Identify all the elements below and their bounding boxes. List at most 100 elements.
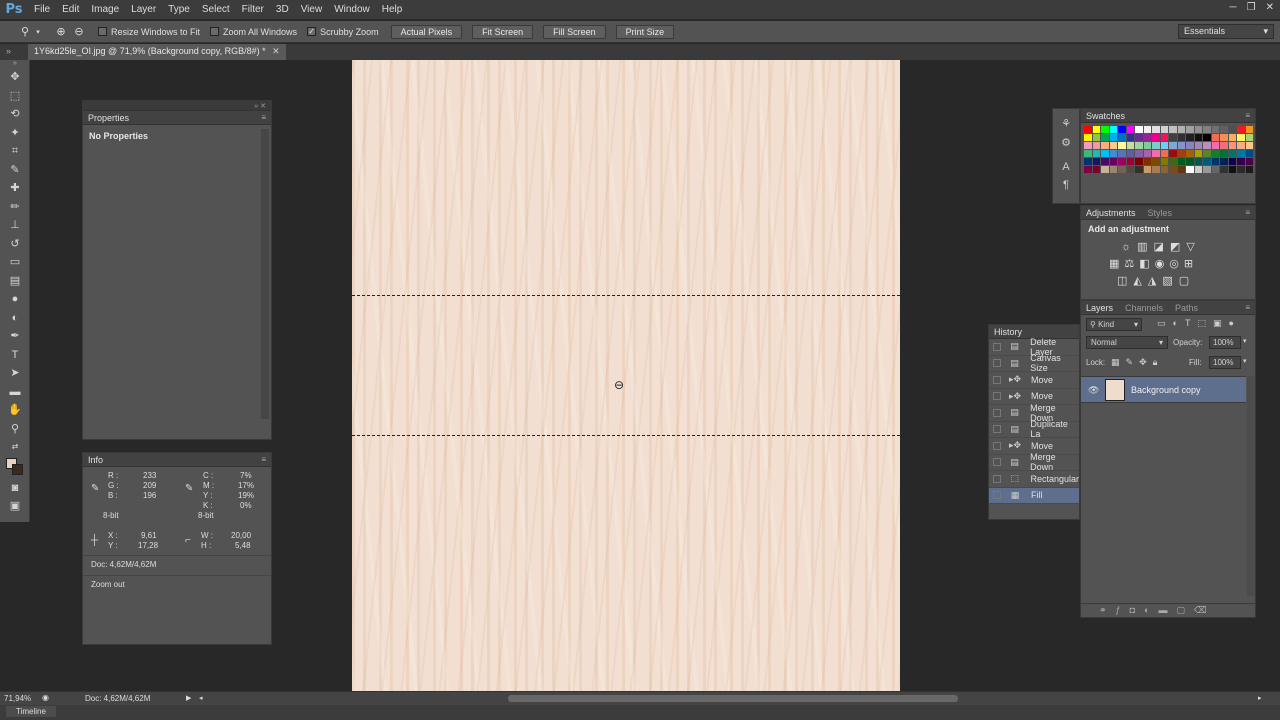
- color-swatch[interactable]: [1152, 142, 1160, 149]
- history-brush-source[interactable]: [993, 491, 1001, 500]
- posterize-icon[interactable]: ◭: [1133, 275, 1147, 287]
- adjustment-filter-icon[interactable]: ◐: [1173, 318, 1185, 328]
- paths-tab[interactable]: Paths: [1175, 303, 1198, 313]
- color-swatch[interactable]: [1143, 150, 1151, 157]
- close-icon[interactable]: ✕: [1266, 2, 1274, 13]
- layers-scrollbar[interactable]: [1247, 376, 1255, 596]
- color-swatch[interactable]: [1169, 134, 1177, 141]
- color-swatch[interactable]: [1092, 158, 1100, 165]
- smart-object-filter-icon[interactable]: ▣: [1213, 318, 1229, 328]
- color-swatch[interactable]: [1203, 142, 1211, 149]
- color-swatch[interactable]: [1092, 142, 1100, 149]
- color-swatch[interactable]: [1245, 158, 1253, 165]
- paragraph-icon[interactable]: ¶: [1053, 179, 1079, 191]
- color-swatch[interactable]: [1160, 166, 1168, 173]
- menu-file[interactable]: File: [28, 4, 56, 15]
- history-brush-source[interactable]: [993, 458, 1001, 467]
- color-swatch[interactable]: [1169, 158, 1177, 165]
- color-swatch[interactable]: [1211, 150, 1219, 157]
- workspace-select[interactable]: Essentials ▾: [1178, 24, 1274, 39]
- brush-settings-icon[interactable]: ⚙: [1053, 136, 1079, 149]
- color-swatch[interactable]: [1118, 166, 1126, 173]
- color-swatch[interactable]: [1245, 150, 1253, 157]
- history-brush-source[interactable]: [993, 425, 1001, 434]
- fx-icon[interactable]: ƒ: [1116, 605, 1130, 615]
- color-swatch[interactable]: [1245, 142, 1253, 149]
- color-swatch[interactable]: [1135, 134, 1143, 141]
- color-swatch[interactable]: [1237, 134, 1245, 141]
- properties-scrollbar[interactable]: [261, 129, 269, 419]
- color-swatch[interactable]: [1186, 142, 1194, 149]
- panel-menu-icon[interactable]: ≡: [261, 113, 266, 122]
- properties-tab[interactable]: Properties: [88, 113, 129, 123]
- color-swatch[interactable]: [1109, 158, 1117, 165]
- color-swatch[interactable]: [1160, 142, 1168, 149]
- color-swatch[interactable]: [1211, 126, 1219, 133]
- color-swatch[interactable]: [1135, 158, 1143, 165]
- menu-edit[interactable]: Edit: [56, 4, 85, 15]
- color-swatch[interactable]: [1237, 166, 1245, 173]
- chevron-down-icon[interactable]: ▾: [1243, 357, 1247, 365]
- background-color[interactable]: [12, 463, 23, 475]
- color-swatch[interactable]: [1203, 126, 1211, 133]
- clone-stamp-tool-icon[interactable]: ⊥: [0, 216, 30, 235]
- zoom-tool-icon[interactable]: ⚲: [0, 420, 30, 439]
- color-swatch[interactable]: [1211, 134, 1219, 141]
- color-swatch[interactable]: [1152, 134, 1160, 141]
- color-swatch[interactable]: [1220, 142, 1228, 149]
- color-swatch[interactable]: [1126, 150, 1134, 157]
- resize-windows-checkbox[interactable]: Resize Windows to Fit: [98, 27, 200, 37]
- color-swatch[interactable]: [1237, 158, 1245, 165]
- history-item[interactable]: ▤ Canvas Size: [989, 353, 1079, 373]
- color-swatch[interactable]: [1203, 158, 1211, 165]
- zoom-tool-icon[interactable]: ⚲: [16, 25, 34, 38]
- shape-tool-icon[interactable]: ▬: [0, 383, 30, 402]
- pen-tool-icon[interactable]: ✒: [0, 327, 30, 346]
- color-swatch[interactable]: [1186, 126, 1194, 133]
- color-swatch[interactable]: [1143, 142, 1151, 149]
- color-swatch[interactable]: [1118, 134, 1126, 141]
- color-balance-icon[interactable]: ⚖: [1124, 258, 1139, 270]
- panel-collapse-bar[interactable]: » ✕: [83, 101, 271, 111]
- color-swatch[interactable]: [1228, 134, 1236, 141]
- color-swatch[interactable]: [1135, 166, 1143, 173]
- color-swatch[interactable]: [1109, 166, 1117, 173]
- visibility-eye-icon[interactable]: 👁︎: [1088, 385, 1099, 396]
- type-filter-icon[interactable]: T: [1185, 318, 1198, 328]
- link-icon[interactable]: ⚭: [1099, 605, 1116, 615]
- menu-select[interactable]: Select: [196, 4, 236, 15]
- color-swatch[interactable]: [1211, 166, 1219, 173]
- channels-tab[interactable]: Channels: [1125, 303, 1163, 313]
- color-swatch[interactable]: [1084, 134, 1092, 141]
- restore-icon[interactable]: ❐: [1247, 2, 1256, 13]
- color-swatch[interactable]: [1169, 150, 1177, 157]
- hand-tool-icon[interactable]: ✋: [0, 401, 30, 420]
- chevron-down-icon[interactable]: ▾: [34, 28, 42, 36]
- history-item[interactable]: ▸✥ Move: [989, 372, 1079, 389]
- color-swatch[interactable]: [1084, 126, 1092, 133]
- history-brush-source[interactable]: [993, 375, 1001, 384]
- panel-menu-icon[interactable]: ≡: [1245, 111, 1250, 120]
- color-swatch[interactable]: [1084, 166, 1092, 173]
- minimize-icon[interactable]: ─: [1230, 2, 1237, 13]
- color-swatch[interactable]: [1126, 166, 1134, 173]
- fit-screen-button[interactable]: Fit Screen: [472, 24, 534, 39]
- color-swatch[interactable]: [1211, 142, 1219, 149]
- zoom-level[interactable]: 71,94%: [4, 694, 31, 703]
- panel-menu-icon[interactable]: ≡: [1245, 303, 1250, 312]
- collapse-icon[interactable]: »: [0, 60, 30, 68]
- lock-icon[interactable]: 🔒︎: [1153, 357, 1164, 367]
- color-swatch[interactable]: [1101, 134, 1109, 141]
- color-swatch[interactable]: [1160, 126, 1168, 133]
- color-swatch[interactable]: [1194, 158, 1202, 165]
- panel-menu-icon[interactable]: ≡: [261, 455, 266, 464]
- scrubby-zoom-checkbox[interactable]: ✓ Scrubby Zoom: [307, 27, 379, 37]
- color-swatch[interactable]: [1109, 142, 1117, 149]
- zoom-in-icon[interactable]: ⊕: [52, 25, 70, 38]
- color-swatch[interactable]: [1245, 126, 1253, 133]
- brightness-icon[interactable]: ☼: [1121, 241, 1137, 253]
- marquee-tool-icon[interactable]: ⬚: [0, 87, 30, 106]
- color-swatch[interactable]: [1194, 126, 1202, 133]
- color-swatch[interactable]: [1211, 158, 1219, 165]
- color-swatch[interactable]: [1143, 158, 1151, 165]
